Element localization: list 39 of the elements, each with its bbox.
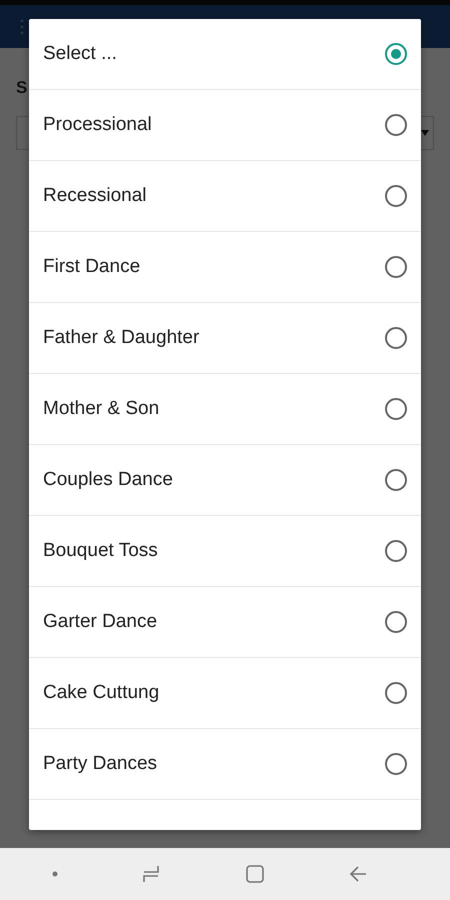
option-label: Bouquet Toss: [43, 540, 158, 562]
radio-button[interactable]: [385, 43, 407, 65]
option-label: Cake Cuttung: [43, 682, 160, 704]
back-icon[interactable]: [348, 864, 368, 884]
radio-button[interactable]: [385, 611, 407, 633]
option-item[interactable]: Couples Dance: [29, 445, 421, 516]
radio-button[interactable]: [385, 327, 407, 349]
option-label: Mother & Son: [43, 398, 160, 420]
radio-button[interactable]: [385, 540, 407, 562]
option-item[interactable]: Bouquet Toss: [29, 516, 421, 587]
option-item[interactable]: Cake Cuttung: [29, 658, 421, 729]
option-label: First Dance: [43, 256, 140, 278]
option-item[interactable]: First Dance: [29, 232, 421, 303]
radio-button[interactable]: [385, 114, 407, 136]
option-item[interactable]: Processional: [29, 90, 421, 161]
option-label: Couples Dance: [43, 469, 173, 491]
radio-button[interactable]: [385, 398, 407, 420]
option-item[interactable]: Mother & Son: [29, 374, 421, 445]
dot-icon[interactable]: [52, 871, 58, 877]
option-item[interactable]: Party Dances: [29, 729, 421, 800]
recent-apps-icon[interactable]: [141, 864, 162, 884]
option-label: Father & Daughter: [43, 327, 200, 349]
option-label: Processional: [43, 114, 152, 136]
radio-button[interactable]: [385, 185, 407, 207]
option-label: Select ...: [43, 43, 117, 65]
option-item[interactable]: Father & Daughter: [29, 303, 421, 374]
field-label: S: [16, 78, 28, 98]
option-item[interactable]: Select ...: [29, 19, 421, 90]
home-icon[interactable]: [244, 864, 265, 884]
option-item[interactable]: Garter Dance: [29, 587, 421, 658]
option-label: Garter Dance: [43, 611, 158, 633]
caret-icon: [421, 130, 429, 136]
option-item[interactable]: Recessional: [29, 161, 421, 232]
option-label: Recessional: [43, 185, 146, 207]
option-label: Party Dances: [43, 753, 158, 775]
radio-button[interactable]: [385, 753, 407, 775]
radio-button[interactable]: [385, 256, 407, 278]
radio-button[interactable]: [385, 682, 407, 704]
radio-button[interactable]: [385, 469, 407, 491]
